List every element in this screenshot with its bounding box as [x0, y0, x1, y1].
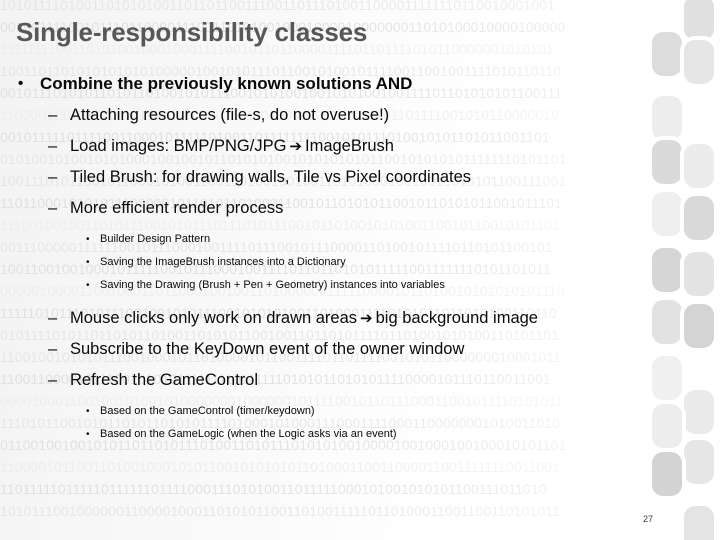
bullet-marker-icon: • [86, 234, 90, 245]
page-number: 27 [643, 514, 654, 524]
bullet-item-text: Load images: BMP/PNG/JPG ➔ ImageBrush [70, 131, 394, 162]
slide-content: Single-responsibility classes • Combine t… [0, 0, 720, 540]
bullet-item-text: Builder Design Pattern [100, 233, 211, 245]
bullet-item-level-2: – Mouse clicks only work on drawn areas ➔ b… [0, 303, 700, 334]
bullet-marker-icon: – [48, 137, 58, 155]
bullet-marker-icon: – [48, 199, 58, 217]
bullet-marker-icon: – [48, 371, 58, 389]
bullet-item-level-3: • Saving the Drawing (Brush + Pen + Geome… [0, 274, 700, 297]
bullet-item-level-2: – Subscribe to the KeyDown event of the o… [0, 334, 700, 365]
bullet-item-level-2: – Load images: BMP/PNG/JPG ➔ ImageBrush [0, 131, 700, 162]
bullet-marker-icon: – [48, 309, 58, 327]
bullet-item-level-2: – Attaching resources (file-s, do not ove… [0, 100, 700, 131]
slide-canvas: 1010111101001101010100110110110011100110… [0, 0, 720, 540]
right-arrow-icon: ➔ [360, 309, 373, 327]
text-segment-after-arrow: big background image [375, 309, 538, 327]
bullet-marker-icon: • [86, 280, 90, 291]
bullet-item-level-2: – Tiled Brush: for drawing walls, Tile vs… [0, 162, 700, 193]
bullet-marker-icon: • [86, 406, 90, 417]
bullet-item-text: Combine the previously known solutions A… [40, 74, 413, 93]
bullet-marker-icon: • [86, 257, 90, 268]
bullet-item-text: Saving the ImageBrush instances into a D… [100, 256, 346, 268]
bullet-item-level-2: – More efficient render process [0, 193, 700, 224]
bullet-marker-icon: • [86, 429, 90, 440]
bullet-item-text: Based on the GameControl (timer/keydown) [100, 405, 315, 417]
bullet-item-text: Subscribe to the KeyDown event of the ow… [70, 340, 465, 358]
text-segment-before-arrow: Load images: BMP/PNG/JPG [70, 137, 287, 155]
bullet-marker-icon: – [48, 168, 58, 186]
bullet-marker-icon: • [18, 75, 24, 92]
bullet-item-text: Saving the Drawing (Brush + Pen + Geomet… [100, 279, 445, 291]
bullet-item-text: Tiled Brush: for drawing walls, Tile vs … [70, 168, 472, 186]
bullet-item-text: Based on the GameLogic (when the Logic a… [100, 428, 397, 440]
text-segment-after-arrow: ImageBrush [305, 137, 394, 155]
bullet-item-level-1: • Combine the previously known solutions … [0, 68, 700, 99]
bullet-marker-icon: – [48, 106, 58, 124]
bullet-item-text: Refresh the GameControl [70, 371, 259, 389]
bullet-item-level-3: • Based on the GameLogic (when the Logic … [0, 423, 700, 446]
text-segment-before-arrow: Mouse clicks only work on drawn areas [70, 309, 358, 327]
bullet-item-level-3: • Builder Design Pattern [0, 228, 700, 251]
right-arrow-icon: ➔ [289, 137, 302, 155]
bullet-list: • Combine the previously known solutions … [0, 68, 700, 446]
bullet-item-text: More efficient render process [70, 199, 284, 217]
bullet-item-text: Attaching resources (file-s, do not over… [70, 106, 390, 124]
bullet-item-level-2: – Refresh the GameControl [0, 365, 700, 396]
bullet-item-level-3: • Based on the GameControl (timer/keydown… [0, 400, 700, 423]
bullet-item-level-3: • Saving the ImageBrush instances into a … [0, 251, 700, 274]
bullet-item-text: Mouse clicks only work on drawn areas ➔ bi… [70, 303, 538, 334]
bullet-marker-icon: – [48, 340, 58, 358]
page-title: Single-responsibility classes [16, 17, 368, 47]
